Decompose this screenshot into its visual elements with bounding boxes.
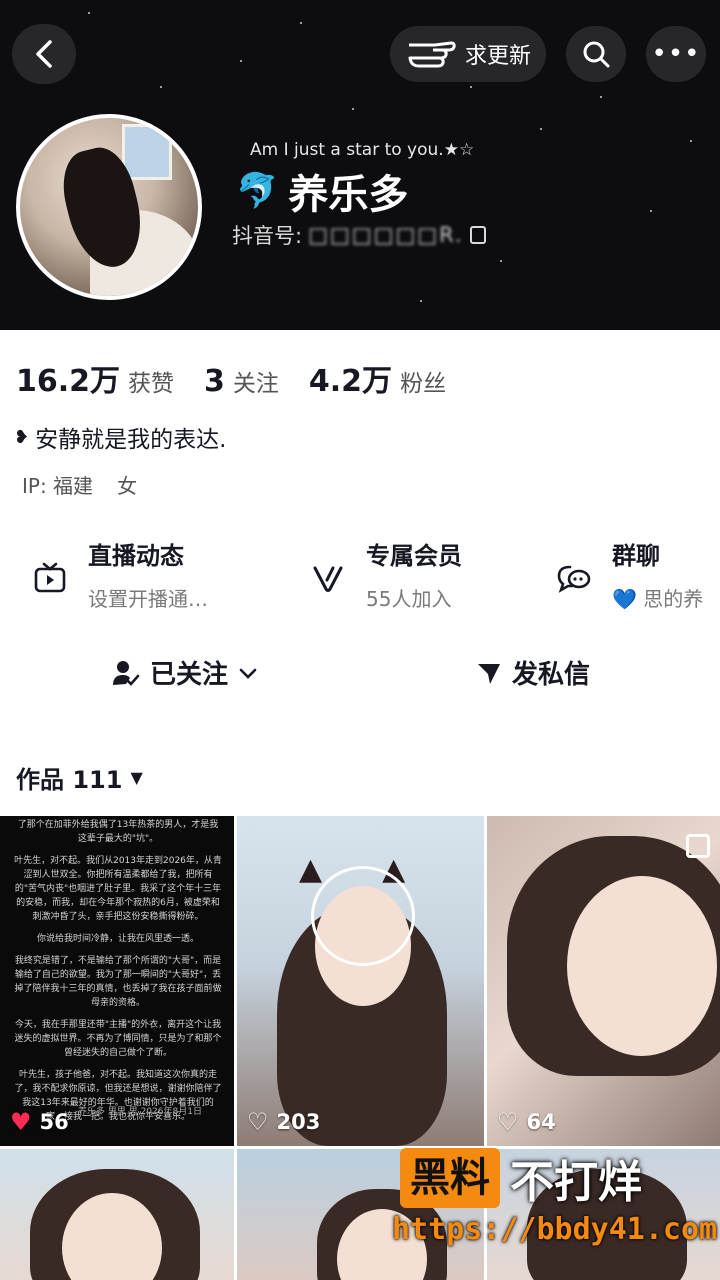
nickname-row: 🐬 养乐多 xyxy=(236,162,408,220)
text-post-paragraph: 叶先生，对不起。我们从2013年走到2026年，从青涩到人世双全。你把所有温柔都… xyxy=(14,856,222,922)
stat-likes-num: 16.2万 xyxy=(16,364,121,399)
stat-likes-label: 获赞 xyxy=(128,371,175,397)
chevron-left-icon xyxy=(36,40,52,68)
feature-live-subtitle: 设置开播通… xyxy=(88,587,208,611)
douyin-id-prefix: 抖音号: xyxy=(232,224,303,248)
heart-icon: ♥ xyxy=(10,1108,32,1136)
bio-text: 安静就是我的表达. xyxy=(35,427,227,453)
message-button[interactable]: 发私信 xyxy=(476,654,590,691)
followed-button[interactable]: 已关注 xyxy=(112,654,258,691)
caret-down-icon: ▼ xyxy=(130,768,143,787)
feature-membership[interactable]: 专属会员 55人加入 xyxy=(308,536,462,612)
grid-item[interactable]: ♡ 64 xyxy=(487,816,720,1146)
gender-tag: 女 xyxy=(117,474,138,498)
pinned-icon xyxy=(686,834,710,858)
profile-header: 求更新 ••• Am I just a star to you.★☆ 🐬 养乐多… xyxy=(0,0,720,330)
watermark-url: https://bbdy41.com xyxy=(392,1212,718,1247)
douyin-id-value: □□□□□□R. xyxy=(308,223,464,247)
stat-followers-num: 4.2万 xyxy=(308,364,393,399)
back-button[interactable] xyxy=(12,24,76,84)
grid-item[interactable]: 了那个在加菲外给我偶了13年热茶的男人，才是我这辈子最大的"坑"。 叶先生，对不… xyxy=(0,816,234,1146)
vip-v-icon xyxy=(308,558,348,598)
stat-likes[interactable]: 16.2万 获赞 xyxy=(16,356,174,400)
more-button[interactable]: ••• xyxy=(646,26,706,82)
like-count: ♥ 56 xyxy=(10,1108,69,1136)
stat-followers-label: 粉丝 xyxy=(400,371,447,397)
chevron-down-icon xyxy=(239,668,257,679)
heart-outline-icon: ♡ xyxy=(497,1108,519,1136)
more-dots-icon: ••• xyxy=(651,39,701,69)
stat-following-label: 关注 xyxy=(232,371,279,397)
feature-membership-subtitle: 55人加入 xyxy=(366,587,452,611)
bio: ❥ 安静就是我的表达. xyxy=(14,420,226,454)
profile-stats: 16.2万 获赞 3 关注 4.2万 粉丝 xyxy=(16,356,476,400)
search-button[interactable] xyxy=(566,26,626,82)
like-count: ♡ 203 xyxy=(247,1108,320,1136)
like-count-value: 56 xyxy=(39,1110,69,1134)
watermark: 黑料 不打烊 xyxy=(400,1146,642,1210)
text-post-content: 了那个在加菲外给我偶了13年热茶的男人，才是我这辈子最大的"坑"。 叶先生，对不… xyxy=(14,818,222,1132)
works-grid: 了那个在加菲外给我偶了13年热茶的男人，才是我这辈子最大的"坑"。 叶先生，对不… xyxy=(0,816,720,1280)
send-icon xyxy=(478,663,500,684)
feature-group-chat[interactable]: 群聊 💙 思的养 xyxy=(554,536,703,612)
stat-followers[interactable]: 4.2万 粉丝 xyxy=(309,356,446,400)
ip-line: IP: 福建 女 xyxy=(22,470,137,499)
grid-item[interactable] xyxy=(0,1149,234,1280)
douyin-id-row: 抖音号: □□□□□□R. xyxy=(232,220,486,250)
user-check-icon xyxy=(113,660,140,686)
feature-membership-title: 专属会员 xyxy=(366,542,462,570)
tab-works[interactable]: 作品 111 ▼ xyxy=(16,760,143,795)
grid-item[interactable]: ▲ ▲ ♡ 203 xyxy=(237,816,484,1146)
like-count-value: 203 xyxy=(276,1110,321,1134)
chat-bubbles-icon xyxy=(554,558,594,598)
ip-location: IP: 福建 xyxy=(22,474,94,498)
search-icon xyxy=(583,41,610,68)
bio-leaf-icon: ❥ xyxy=(14,426,30,448)
heart-outline-icon: ♡ xyxy=(247,1108,269,1136)
blue-heart-icon: 💙 xyxy=(612,587,637,611)
feature-live-title: 直播动态 xyxy=(88,542,184,570)
feature-group-subtitle-text: 思的养 xyxy=(643,587,704,611)
like-count-value: 64 xyxy=(526,1110,556,1134)
like-count: ♡ 64 xyxy=(497,1108,556,1136)
copy-icon[interactable] xyxy=(469,226,486,244)
feature-live-status[interactable]: 直播动态 设置开播通… xyxy=(30,536,208,612)
stat-following[interactable]: 3 关注 xyxy=(204,364,279,399)
dolphin-icon: 🐬 xyxy=(236,171,279,211)
text-post-paragraph: 今天，我在手那里还带"主播"的外衣，离开这个让我迷失的虚拟世界。不再为了博同情，… xyxy=(14,1020,222,1058)
watermark-box: 黑料 xyxy=(400,1148,500,1208)
profile-slogan: Am I just a star to you.★☆ xyxy=(250,140,475,160)
feature-group-title: 群聊 xyxy=(612,542,660,570)
message-label: 发私信 xyxy=(512,660,591,690)
works-label: 作品 111 xyxy=(16,766,123,794)
avatar[interactable] xyxy=(16,114,202,300)
request-update-label: 求更新 xyxy=(464,44,531,69)
text-post-paragraph: 我终究是错了，不是输给了那个所谓的"大哥"，而是输给了自己的欲望。我为了那一瞬间… xyxy=(14,956,222,1008)
text-post-paragraph: 你说给我时间冷静，让我在风里透一透。 xyxy=(36,934,199,944)
watermark-text: 不打烊 xyxy=(510,1157,642,1208)
text-post-paragraph: 了那个在加菲外给我偶了13年热茶的男人，才是我这辈子最大的"坑"。 xyxy=(17,820,219,844)
pointing-hand-icon xyxy=(408,41,456,68)
stat-following-num: 3 xyxy=(204,364,225,399)
request-update-button[interactable]: 求更新 xyxy=(390,26,546,82)
tv-icon xyxy=(30,558,70,598)
text-post-footer: 养乐多 思思 思 2026年8月1日 xyxy=(78,1107,202,1117)
feature-group-subtitle: 💙 思的养 xyxy=(612,583,703,612)
nickname: 养乐多 xyxy=(288,172,409,218)
followed-label: 已关注 xyxy=(150,660,229,690)
